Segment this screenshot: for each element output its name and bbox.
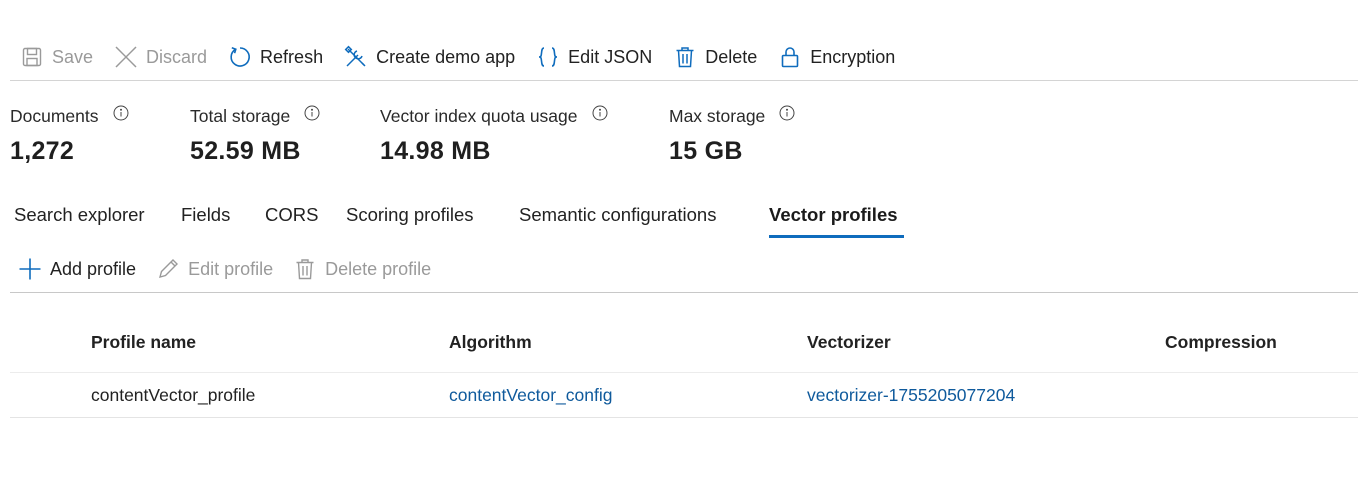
discard-button[interactable]: Discard bbox=[114, 37, 207, 77]
add-profile-label: Add profile bbox=[50, 258, 137, 279]
add-profile-button[interactable]: Add profile bbox=[18, 257, 136, 281]
encryption-label: Encryption bbox=[810, 46, 896, 67]
stat-total-storage-value: 52.59 MB bbox=[190, 137, 301, 165]
profile-command-bar: Add profile Edit profile Delete profile bbox=[10, 246, 1358, 293]
encryption-button[interactable]: Encryption bbox=[778, 37, 895, 77]
stat-total-storage-label: Total storage bbox=[190, 106, 291, 126]
trash-icon bbox=[673, 45, 697, 69]
column-header-vectorizer[interactable]: Vectorizer bbox=[807, 332, 891, 353]
tab-fields[interactable]: Fields bbox=[181, 196, 230, 236]
stat-vector-quota-label: Vector index quota usage bbox=[380, 106, 578, 126]
save-button[interactable]: Save bbox=[20, 37, 93, 77]
stat-documents-value: 1,272 bbox=[10, 137, 75, 165]
delete-profile-button[interactable]: Delete profile bbox=[293, 257, 431, 281]
lock-icon bbox=[778, 45, 802, 69]
edit-profile-button[interactable]: Edit profile bbox=[156, 257, 273, 281]
column-header-profile-name[interactable]: Profile name bbox=[91, 332, 196, 353]
algorithm-link[interactable]: contentVector_config bbox=[449, 385, 612, 406]
tab-vector-profiles[interactable]: Vector profiles bbox=[769, 196, 904, 238]
create-demo-app-label: Create demo app bbox=[376, 46, 516, 67]
close-icon bbox=[114, 45, 138, 69]
stat-max-storage: Max storage 15 GB bbox=[669, 105, 795, 166]
refresh-label: Refresh bbox=[260, 46, 324, 67]
tools-icon bbox=[344, 45, 368, 69]
info-icon[interactable] bbox=[113, 105, 129, 121]
info-icon[interactable] bbox=[779, 105, 795, 121]
stat-max-storage-label: Max storage bbox=[669, 106, 766, 126]
command-bar: Save Discard Refresh Create demo app Edi… bbox=[10, 34, 1358, 81]
info-icon[interactable] bbox=[592, 105, 608, 121]
stat-vector-quota: Vector index quota usage 14.98 MB bbox=[380, 105, 608, 166]
edit-json-label: Edit JSON bbox=[568, 46, 653, 67]
column-header-compression[interactable]: Compression bbox=[1165, 332, 1277, 353]
save-label: Save bbox=[52, 46, 94, 67]
stat-total-storage: Total storage 52.59 MB bbox=[190, 105, 320, 166]
edit-json-button[interactable]: Edit JSON bbox=[536, 37, 652, 77]
vector-profiles-table: Profile name Algorithm Vectorizer Compre… bbox=[10, 320, 1358, 418]
discard-label: Discard bbox=[146, 46, 208, 67]
delete-profile-label: Delete profile bbox=[325, 258, 432, 279]
stat-max-storage-value: 15 GB bbox=[669, 137, 743, 165]
tab-search-explorer[interactable]: Search explorer bbox=[14, 196, 145, 236]
pencil-icon bbox=[156, 257, 180, 281]
stat-documents: Documents 1,272 bbox=[10, 105, 129, 166]
save-icon bbox=[20, 45, 44, 69]
trash-icon bbox=[293, 257, 317, 281]
delete-label: Delete bbox=[705, 46, 758, 67]
vectorizer-link[interactable]: vectorizer-1755205077204 bbox=[807, 385, 1015, 406]
refresh-icon bbox=[228, 45, 252, 69]
table-row[interactable]: contentVector_profile contentVector_conf… bbox=[10, 373, 1358, 418]
braces-icon bbox=[536, 45, 560, 69]
tab-cors[interactable]: CORS bbox=[265, 196, 318, 236]
profile-name-cell: contentVector_profile bbox=[91, 385, 256, 405]
tab-semantic-configurations[interactable]: Semantic configurations bbox=[519, 196, 716, 236]
edit-profile-label: Edit profile bbox=[188, 258, 274, 279]
stat-documents-label: Documents bbox=[10, 106, 99, 126]
column-header-algorithm[interactable]: Algorithm bbox=[449, 332, 532, 353]
tab-scoring-profiles[interactable]: Scoring profiles bbox=[346, 196, 474, 236]
create-demo-app-button[interactable]: Create demo app bbox=[344, 37, 515, 77]
delete-button[interactable]: Delete bbox=[673, 37, 757, 77]
table-header: Profile name Algorithm Vectorizer Compre… bbox=[10, 320, 1358, 373]
refresh-button[interactable]: Refresh bbox=[228, 37, 323, 77]
plus-icon bbox=[18, 257, 42, 281]
stat-vector-quota-value: 14.98 MB bbox=[380, 137, 491, 165]
info-icon[interactable] bbox=[304, 105, 320, 121]
